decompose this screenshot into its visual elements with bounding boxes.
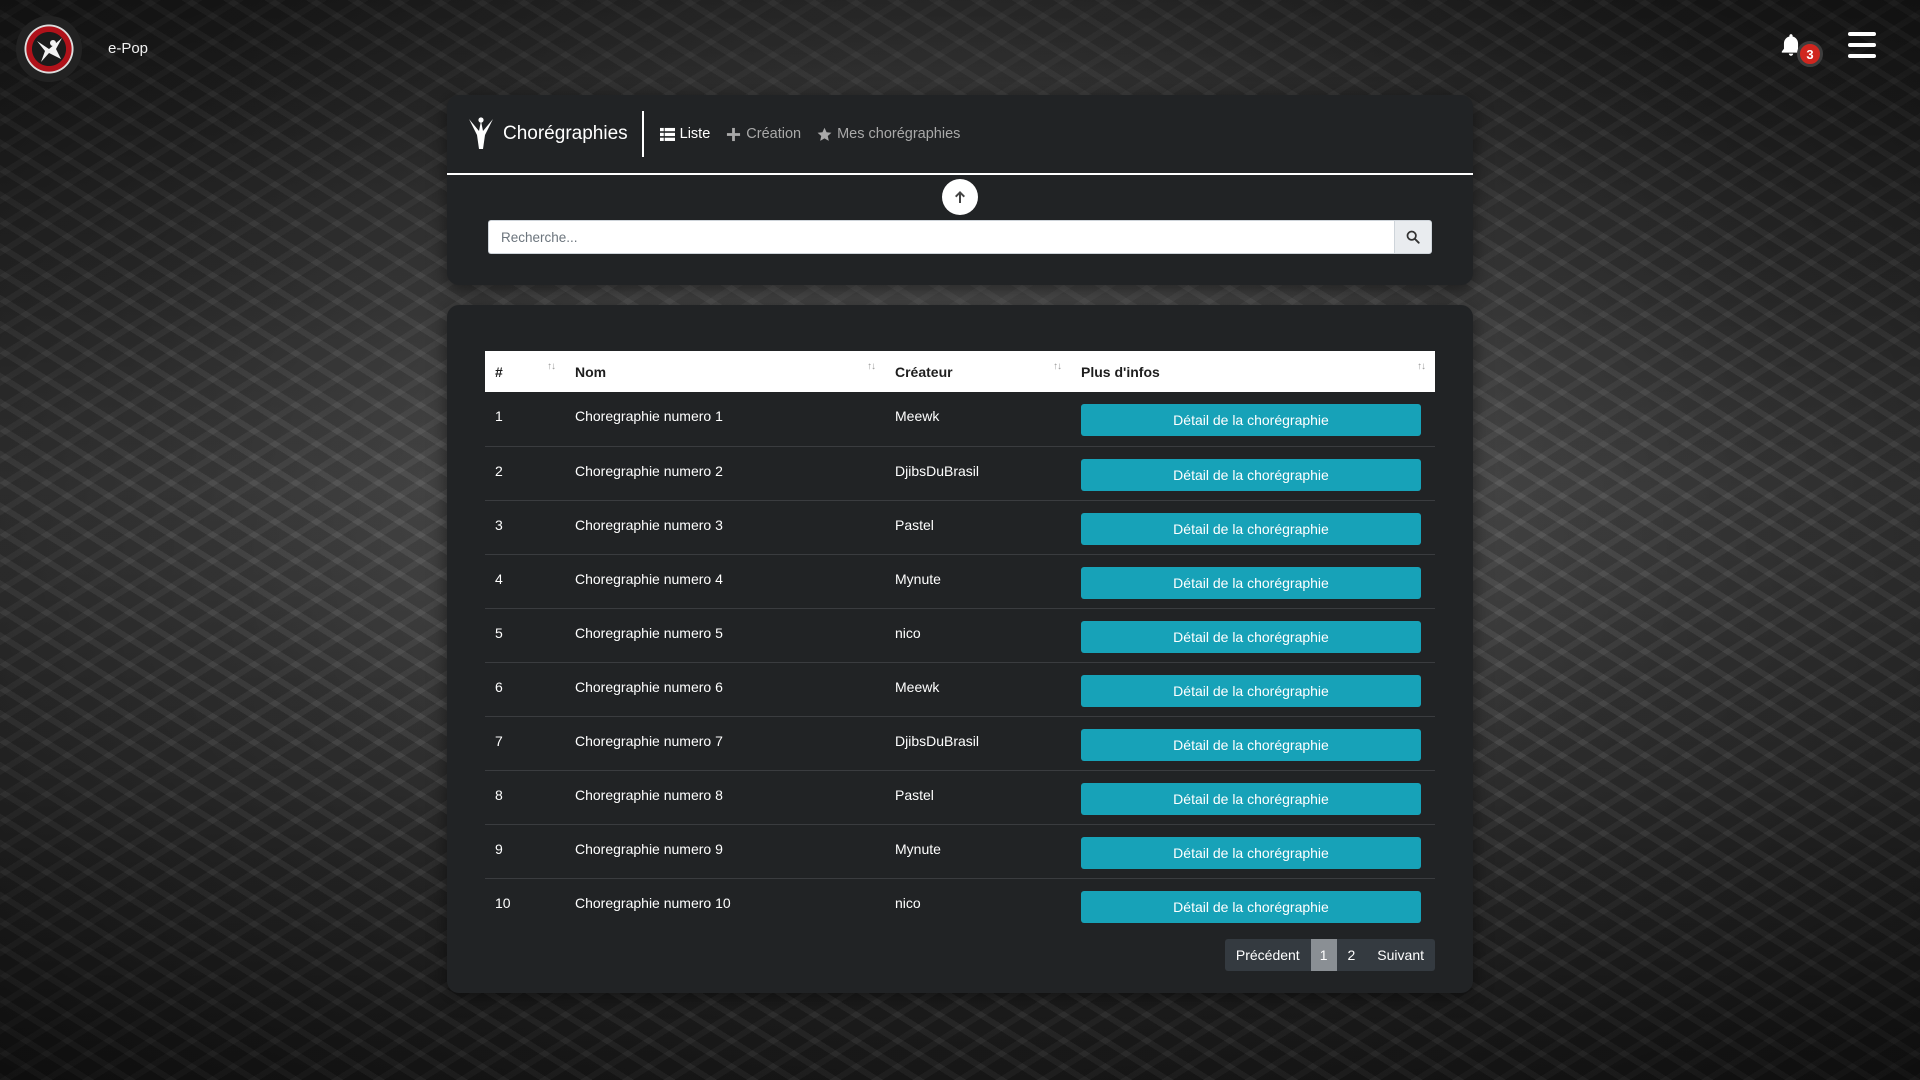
table-row: 7 Choregraphie numero 7 DjibsDuBrasil Dé… — [485, 716, 1435, 770]
cell-createur: Pastel — [895, 516, 934, 533]
plus-icon — [727, 127, 741, 141]
table-row: 4 Choregraphie numero 4 Mynute Détail de… — [485, 554, 1435, 608]
menu-bar — [1848, 32, 1876, 36]
tab-label: Liste — [679, 126, 711, 142]
cell-createur: Mynute — [895, 840, 941, 857]
cell-createur: DjibsDuBrasil — [895, 732, 980, 749]
cell-num: 5 — [495, 624, 503, 641]
cell-nom: Choregraphie numero 1 — [575, 408, 723, 424]
hamburger-menu-icon[interactable] — [1848, 32, 1876, 58]
choreography-icon — [469, 117, 493, 149]
detail-button[interactable]: Détail de la chorégraphie — [1081, 458, 1421, 491]
cell-nom: Choregraphie numero 7 — [575, 732, 723, 749]
cell-num: 1 — [495, 408, 503, 424]
app-logo[interactable] — [16, 16, 82, 82]
star-icon — [817, 127, 832, 141]
notification-count-badge[interactable]: 3 — [1797, 41, 1823, 67]
search-icon — [1406, 230, 1420, 244]
cell-nom: Choregraphie numero 6 — [575, 678, 723, 695]
search-button[interactable] — [1394, 220, 1432, 254]
tab-mes-choregraphies[interactable]: Mes chorégraphies — [817, 126, 960, 142]
cell-num: 6 — [495, 678, 503, 695]
detail-button[interactable]: Détail de la chorégraphie — [1081, 782, 1421, 815]
arrow-up-icon — [955, 191, 965, 203]
table-row: 6 Choregraphie numero 6 Meewk Détail de … — [485, 662, 1435, 716]
detail-button[interactable]: Détail de la chorégraphie — [1081, 836, 1421, 869]
cell-nom: Choregraphie numero 8 — [575, 786, 723, 803]
cell-createur: Pastel — [895, 786, 934, 803]
detail-button[interactable]: Détail de la chorégraphie — [1081, 728, 1421, 761]
sort-icon[interactable]: ↑↓ — [1053, 361, 1062, 372]
cell-nom: Choregraphie numero 3 — [575, 516, 723, 533]
detail-button[interactable]: Détail de la chorégraphie — [1081, 512, 1421, 545]
section-nav: Chorégraphies Liste Création Mes chorégr… — [447, 95, 1473, 175]
brand-name[interactable]: e-Pop — [108, 40, 148, 57]
pagination-page-1[interactable]: 1 — [1310, 939, 1337, 971]
search-bar — [488, 220, 1432, 254]
cell-nom: Choregraphie numero 4 — [575, 570, 723, 587]
cell-num: 4 — [495, 570, 503, 587]
tab-liste[interactable]: Liste — [659, 126, 711, 142]
pagination-previous[interactable]: Précédent — [1225, 939, 1311, 971]
tab-label: Création — [746, 126, 802, 142]
cell-num: 10 — [495, 894, 511, 911]
list-icon — [659, 127, 675, 141]
cell-num: 8 — [495, 786, 503, 803]
table-row: 1 Choregraphie numero 1 Meewk Détail de … — [485, 392, 1435, 446]
column-header-num[interactable]: # ↑↓ — [485, 351, 565, 392]
column-header-plus-infos[interactable]: Plus d'infos ↑↓ — [1071, 351, 1435, 392]
scroll-up-button[interactable] — [942, 179, 978, 215]
cell-createur: Meewk — [895, 408, 940, 424]
pagination-page-2[interactable]: 2 — [1337, 939, 1367, 971]
cell-createur: Meewk — [895, 678, 940, 695]
cell-createur: nico — [895, 894, 921, 911]
pagination: Précédent 1 2 Suivant — [1224, 939, 1435, 971]
section-title: Chorégraphies — [503, 123, 628, 144]
table-card: # ↑↓ Nom ↑↓ Créateur ↑↓ Plus d'infos ↑↓ 1 Ch… — [447, 305, 1473, 993]
sort-icon[interactable]: ↑↓ — [867, 361, 876, 372]
cell-nom: Choregraphie numero 2 — [575, 462, 723, 479]
table-row: 2 Choregraphie numero 2 DjibsDuBrasil Dé… — [485, 446, 1435, 500]
dancer-icon — [37, 38, 62, 62]
section-brand[interactable]: Chorégraphies — [447, 111, 644, 157]
cell-num: 7 — [495, 732, 503, 749]
table-row: 5 Choregraphie numero 5 nico Détail de l… — [485, 608, 1435, 662]
menu-bar — [1848, 43, 1876, 47]
tab-label: Mes chorégraphies — [837, 126, 961, 142]
search-input[interactable] — [488, 220, 1394, 254]
detail-button[interactable]: Détail de la chorégraphie — [1081, 566, 1421, 599]
choreography-table: # ↑↓ Nom ↑↓ Créateur ↑↓ Plus d'infos ↑↓ 1 Ch… — [485, 351, 1435, 932]
cell-createur: DjibsDuBrasil — [895, 462, 980, 479]
sort-icon[interactable]: ↑↓ — [547, 361, 556, 372]
cell-nom: Choregraphie numero 9 — [575, 840, 723, 857]
table-row: 3 Choregraphie numero 3 Pastel Détail de… — [485, 500, 1435, 554]
header-card: Chorégraphies Liste Création Mes chorégr… — [447, 95, 1473, 285]
table-row: 9 Choregraphie numero 9 Mynute Détail de… — [485, 824, 1435, 878]
tab-creation[interactable]: Création — [726, 126, 801, 142]
column-header-createur[interactable]: Créateur ↑↓ — [885, 351, 1071, 392]
cell-num: 9 — [495, 840, 503, 857]
cell-nom: Choregraphie numero 10 — [575, 894, 731, 911]
menu-bar — [1848, 54, 1876, 58]
detail-button[interactable]: Détail de la chorégraphie — [1081, 674, 1421, 707]
sort-icon[interactable]: ↑↓ — [1417, 361, 1426, 372]
detail-button[interactable]: Détail de la chorégraphie — [1081, 620, 1421, 653]
detail-button[interactable]: Détail de la chorégraphie — [1081, 404, 1421, 436]
detail-button[interactable]: Détail de la chorégraphie — [1081, 890, 1421, 923]
table-row: 8 Choregraphie numero 8 Pastel Détail de… — [485, 770, 1435, 824]
table-row: 10 Choregraphie numero 10 nico Détail de… — [485, 878, 1435, 932]
cell-num: 2 — [495, 462, 503, 479]
cell-nom: Choregraphie numero 5 — [575, 624, 723, 641]
table-header-row: # ↑↓ Nom ↑↓ Créateur ↑↓ Plus d'infos ↑↓ — [485, 351, 1435, 392]
cell-num: 3 — [495, 516, 503, 533]
cell-createur: Mynute — [895, 570, 941, 587]
pagination-next[interactable]: Suivant — [1366, 939, 1435, 971]
cell-createur: nico — [895, 624, 921, 641]
column-header-nom[interactable]: Nom ↑↓ — [565, 351, 885, 392]
